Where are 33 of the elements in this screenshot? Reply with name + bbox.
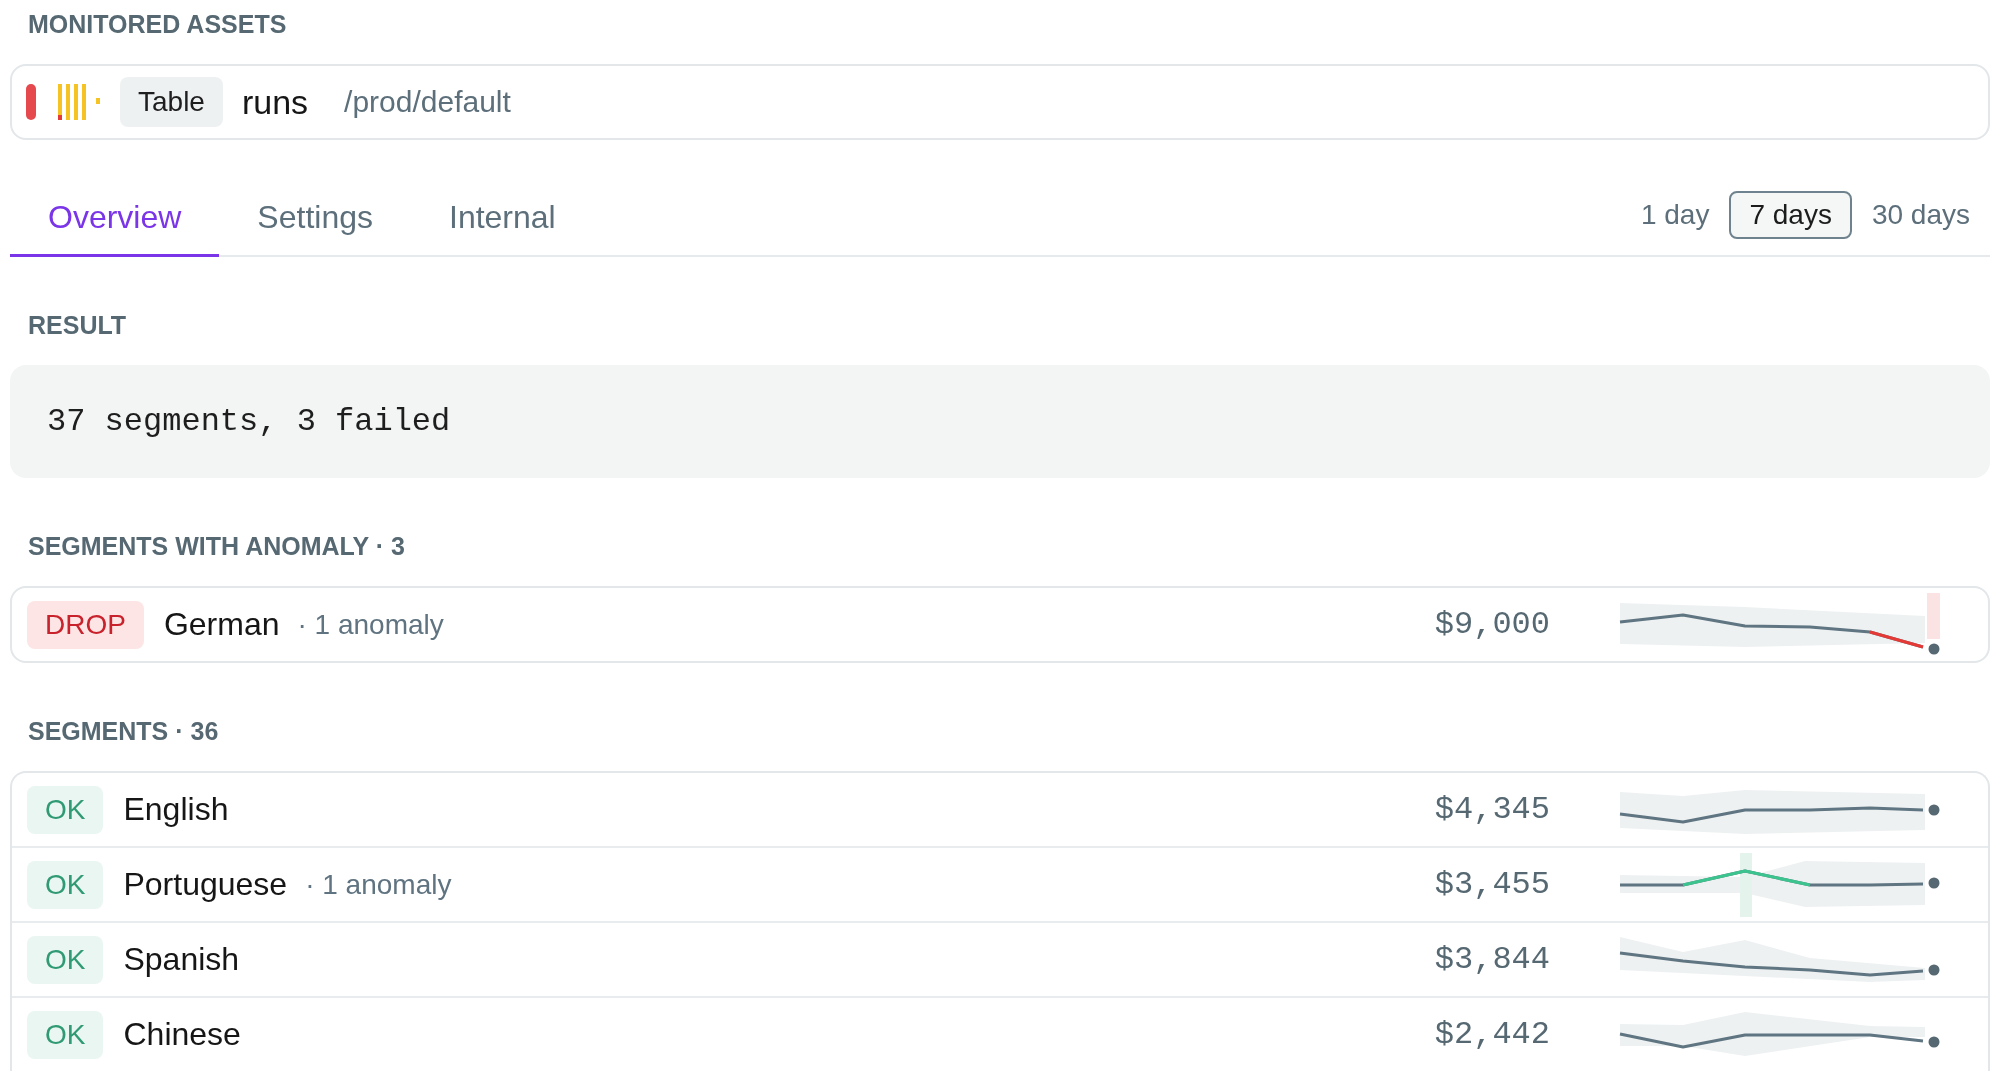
section-heading: SEGMENTS · 36 (28, 716, 219, 747)
segment-value: $3,455 (1434, 866, 1550, 903)
segment-name: Portuguese (123, 866, 288, 903)
asset-card[interactable]: Table runs /prod/default (10, 64, 1990, 140)
asset-path: /prod/default (344, 85, 511, 119)
section-heading: RESULT (28, 310, 127, 341)
section-heading: MONITORED ASSETS (28, 9, 287, 40)
stripes-icon (58, 84, 100, 120)
asset-name: runs (241, 82, 309, 122)
segment-name: German (163, 606, 280, 643)
status-badge: OK (27, 1010, 104, 1059)
segment-name: Spanish (123, 941, 240, 978)
time-range-button[interactable]: 7 days (1729, 191, 1852, 239)
anomaly-count: · 1 anomaly (297, 608, 444, 641)
type-tag: Table (120, 77, 223, 127)
segment-name: Chinese (123, 1016, 241, 1053)
result-text: 37 segments, 3 failed (47, 403, 451, 440)
tab[interactable]: Settings (219, 175, 411, 257)
tab[interactable]: Internal (411, 175, 594, 257)
time-range-button[interactable]: 1 day (1620, 191, 1730, 239)
segment-value: $3,844 (1434, 941, 1550, 978)
section-heading: SEGMENTS WITH ANOMALY · 3 (28, 531, 405, 562)
segment-value: $4,345 (1434, 791, 1550, 828)
anomaly-count: · 1 anomaly (305, 868, 452, 901)
segment-value: $9,000 (1434, 606, 1550, 643)
status-badge: OK (27, 935, 104, 984)
segment-value: $2,442 (1434, 1016, 1550, 1053)
status-badge: OK (27, 860, 104, 909)
status-badge: OK (27, 785, 104, 834)
tab[interactable]: Overview (10, 175, 220, 257)
segment-name: English (123, 791, 229, 828)
status-badge: DROP (27, 600, 144, 649)
time-range-button[interactable]: 30 days (1851, 191, 1990, 239)
